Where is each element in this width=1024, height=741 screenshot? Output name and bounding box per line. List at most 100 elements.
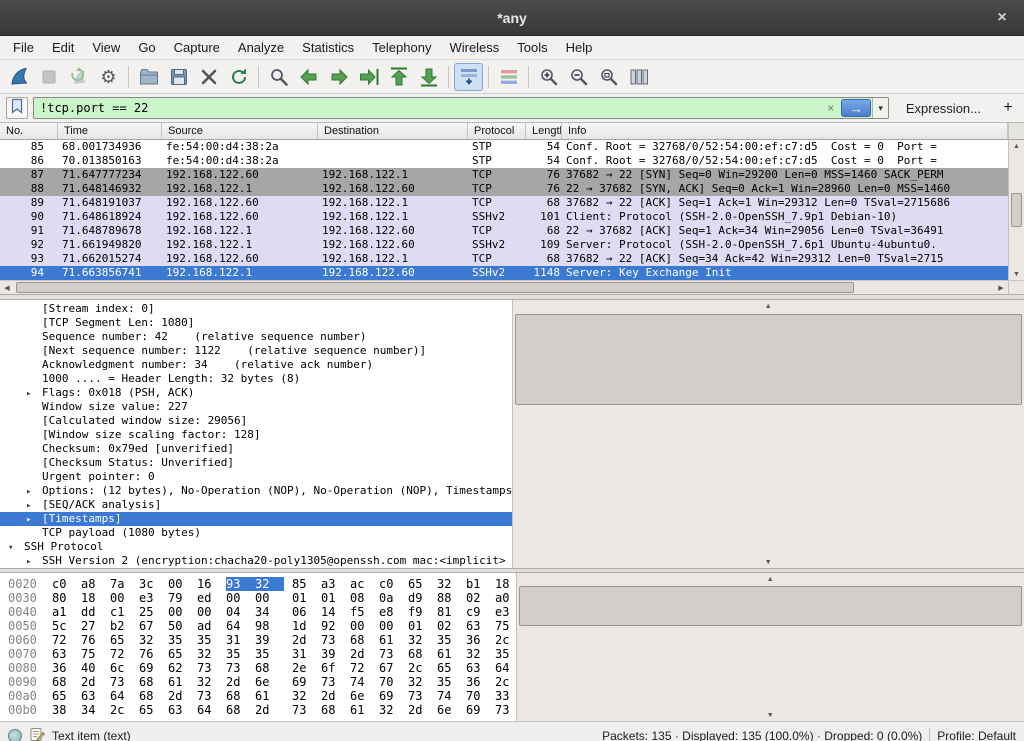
packet-row[interactable]: 8568.001734936fe:54:00:d4:38:2aSTP54Conf… bbox=[0, 140, 1008, 154]
detail-line[interactable]: Checksum: 0x79ed [unverified] bbox=[0, 442, 512, 456]
hex-row[interactable]: 0070637572766532353531392d7368613235curv… bbox=[8, 647, 516, 661]
filter-entry[interactable]: !tcp.port == 22 × → ▾ bbox=[33, 97, 889, 119]
detail-line[interactable]: ▸Options: (12 bytes), No-Operation (NOP)… bbox=[0, 484, 512, 498]
detail-line[interactable]: 1000 .... = Header Length: 32 bytes (8) bbox=[0, 372, 512, 386]
scroll-down-icon[interactable]: ▼ bbox=[1009, 268, 1024, 280]
menu-item-help[interactable]: Help bbox=[557, 36, 602, 59]
go-back-button[interactable] bbox=[294, 63, 323, 91]
packet-row[interactable]: 9071.648618924192.168.122.60192.168.122.… bbox=[0, 210, 1008, 224]
details-vscrollbar[interactable]: ▲ ▼ bbox=[512, 300, 1024, 568]
packet-row[interactable]: 9271.661949820192.168.122.1192.168.122.6… bbox=[0, 238, 1008, 252]
expander-closed-icon[interactable]: ▸ bbox=[26, 389, 42, 399]
menu-item-view[interactable]: View bbox=[83, 36, 129, 59]
hex-row[interactable]: 00b038342c656364682d736861322d6e697384,e… bbox=[8, 703, 516, 717]
scrollbar-thumb[interactable] bbox=[16, 282, 854, 293]
scrollbar-thumb[interactable] bbox=[515, 314, 1023, 404]
scrollbar-thumb[interactable] bbox=[519, 586, 1023, 626]
close-capture-file-button[interactable] bbox=[194, 63, 223, 91]
detail-line[interactable]: Sequence number: 42 (relative sequence n… bbox=[0, 330, 512, 344]
filter-apply-button[interactable]: → bbox=[841, 99, 871, 117]
capture-comment-icon[interactable] bbox=[29, 726, 45, 741]
find-packet-button[interactable] bbox=[264, 63, 293, 91]
hex-row[interactable]: 0090682d736861322d6e697374703235362ch-sh… bbox=[8, 675, 516, 689]
detail-line[interactable]: [TCP Segment Len: 1080] bbox=[0, 316, 512, 330]
detail-line[interactable]: Acknowledgment number: 34 (relative ack … bbox=[0, 358, 512, 372]
detail-line[interactable]: ▸SSH Version 2 (encryption:chacha20-poly… bbox=[0, 554, 512, 568]
detail-line[interactable]: TCP payload (1080 bytes) bbox=[0, 526, 512, 540]
filter-clear-icon[interactable]: × bbox=[820, 101, 841, 115]
menu-item-edit[interactable]: Edit bbox=[43, 36, 83, 59]
go-forward-button[interactable] bbox=[324, 63, 353, 91]
column-header-info[interactable]: Info bbox=[562, 123, 1008, 139]
detail-line[interactable]: Window size value: 227 bbox=[0, 400, 512, 414]
expander-open-icon[interactable]: ▾ bbox=[8, 543, 24, 553]
expander-closed-icon[interactable]: ▸ bbox=[26, 557, 42, 567]
scroll-down-icon[interactable]: ▼ bbox=[517, 709, 1024, 721]
go-to-packet-button[interactable] bbox=[354, 63, 383, 91]
detail-line[interactable]: ▾SSH Protocol bbox=[0, 540, 512, 554]
expert-info-icon[interactable] bbox=[8, 729, 22, 741]
hex-row[interactable]: 0030801800e379ed00000101080ad98802a0····… bbox=[8, 591, 516, 605]
detail-line[interactable]: [Stream index: 0] bbox=[0, 302, 512, 316]
scroll-left-icon[interactable]: ◀ bbox=[0, 281, 14, 294]
menu-item-statistics[interactable]: Statistics bbox=[293, 36, 363, 59]
auto-scroll-button[interactable] bbox=[454, 63, 483, 91]
packet-row[interactable]: 8871.648146932192.168.122.1192.168.122.6… bbox=[0, 182, 1008, 196]
scrollbar-thumb[interactable] bbox=[1011, 193, 1022, 228]
detail-line[interactable]: Urgent pointer: 0 bbox=[0, 470, 512, 484]
filter-bookmark-button[interactable] bbox=[6, 97, 28, 119]
status-profile[interactable]: Profile: Default bbox=[937, 729, 1016, 741]
hex-row[interactable]: 008036406c69627373682e6f72672c6563646@li… bbox=[8, 661, 516, 675]
menu-item-file[interactable]: File bbox=[4, 36, 43, 59]
expression-button[interactable]: Expression... bbox=[894, 101, 993, 116]
expander-closed-icon[interactable]: ▸ bbox=[26, 501, 42, 511]
menu-item-capture[interactable]: Capture bbox=[165, 36, 229, 59]
save-capture-file-button[interactable] bbox=[164, 63, 193, 91]
detail-line[interactable]: [Window size scaling factor: 128] bbox=[0, 428, 512, 442]
expander-closed-icon[interactable]: ▸ bbox=[26, 515, 42, 525]
menu-item-analyze[interactable]: Analyze bbox=[229, 36, 293, 59]
go-last-packet-button[interactable] bbox=[414, 63, 443, 91]
scroll-up-icon[interactable]: ▲ bbox=[1009, 140, 1024, 152]
menu-item-tools[interactable]: Tools bbox=[508, 36, 556, 59]
column-header-protocol[interactable]: Protocol bbox=[468, 123, 526, 139]
packet-row[interactable]: 8670.013850163fe:54:00:d4:38:2aSTP54Conf… bbox=[0, 154, 1008, 168]
colorize-packets-button[interactable] bbox=[494, 63, 523, 91]
detail-line[interactable]: ▸Flags: 0x018 (PSH, ACK) bbox=[0, 386, 512, 400]
menu-item-wireless[interactable]: Wireless bbox=[440, 36, 508, 59]
hex-row[interactable]: 0040a1ddc125000004340614f5e8f981c9e3···%… bbox=[8, 605, 516, 619]
detail-line[interactable]: ▸[SEQ/ACK analysis] bbox=[0, 498, 512, 512]
bytes-vscrollbar[interactable]: ▲ ▼ bbox=[516, 573, 1024, 721]
packet-row[interactable]: 9471.663856741192.168.122.1192.168.122.6… bbox=[0, 266, 1008, 280]
start-capture-button[interactable] bbox=[4, 63, 33, 91]
filter-input[interactable]: !tcp.port == 22 bbox=[34, 101, 820, 115]
detail-line[interactable]: ▸[Timestamps] bbox=[0, 512, 512, 526]
packet-row[interactable]: 9371.662015274192.168.122.60192.168.122.… bbox=[0, 252, 1008, 266]
reload-capture-file-button[interactable] bbox=[224, 63, 253, 91]
detail-line[interactable]: [Calculated window size: 29056] bbox=[0, 414, 512, 428]
titlebar[interactable]: *any × bbox=[0, 0, 1024, 36]
expander-closed-icon[interactable]: ▸ bbox=[26, 487, 42, 497]
column-header-no[interactable]: No. bbox=[0, 123, 58, 139]
filter-dropdown-icon[interactable]: ▾ bbox=[872, 98, 888, 118]
scroll-up-icon[interactable]: ▲ bbox=[513, 300, 1024, 312]
menu-item-go[interactable]: Go bbox=[129, 36, 164, 59]
hex-row[interactable]: 0020c0a87a3c0016933285a3acc06532b118··z<… bbox=[8, 577, 516, 591]
window-close-button[interactable]: × bbox=[992, 8, 1012, 28]
scroll-down-icon[interactable]: ▼ bbox=[513, 556, 1024, 568]
column-header-length[interactable]: Length bbox=[526, 123, 562, 139]
packet-row[interactable]: 8771.647777234192.168.122.60192.168.122.… bbox=[0, 168, 1008, 182]
stop-capture-button[interactable] bbox=[34, 63, 63, 91]
zoom-100-button[interactable] bbox=[594, 63, 623, 91]
open-capture-file-button[interactable] bbox=[134, 63, 163, 91]
zoom-out-button[interactable] bbox=[564, 63, 593, 91]
packet-list-hscrollbar[interactable]: ◀ ▶ bbox=[0, 280, 1024, 294]
hex-row[interactable]: 006072766532353531392d7368613235362crve2… bbox=[8, 633, 516, 647]
packet-row[interactable]: 9171.648789678192.168.122.1192.168.122.6… bbox=[0, 224, 1008, 238]
add-filter-button[interactable]: + bbox=[998, 99, 1018, 117]
restart-capture-button[interactable] bbox=[64, 63, 93, 91]
go-first-packet-button[interactable] bbox=[384, 63, 413, 91]
capture-options-button[interactable]: ⚙ bbox=[94, 63, 123, 91]
zoom-in-button[interactable] bbox=[534, 63, 563, 91]
menu-item-telephony[interactable]: Telephony bbox=[363, 36, 440, 59]
